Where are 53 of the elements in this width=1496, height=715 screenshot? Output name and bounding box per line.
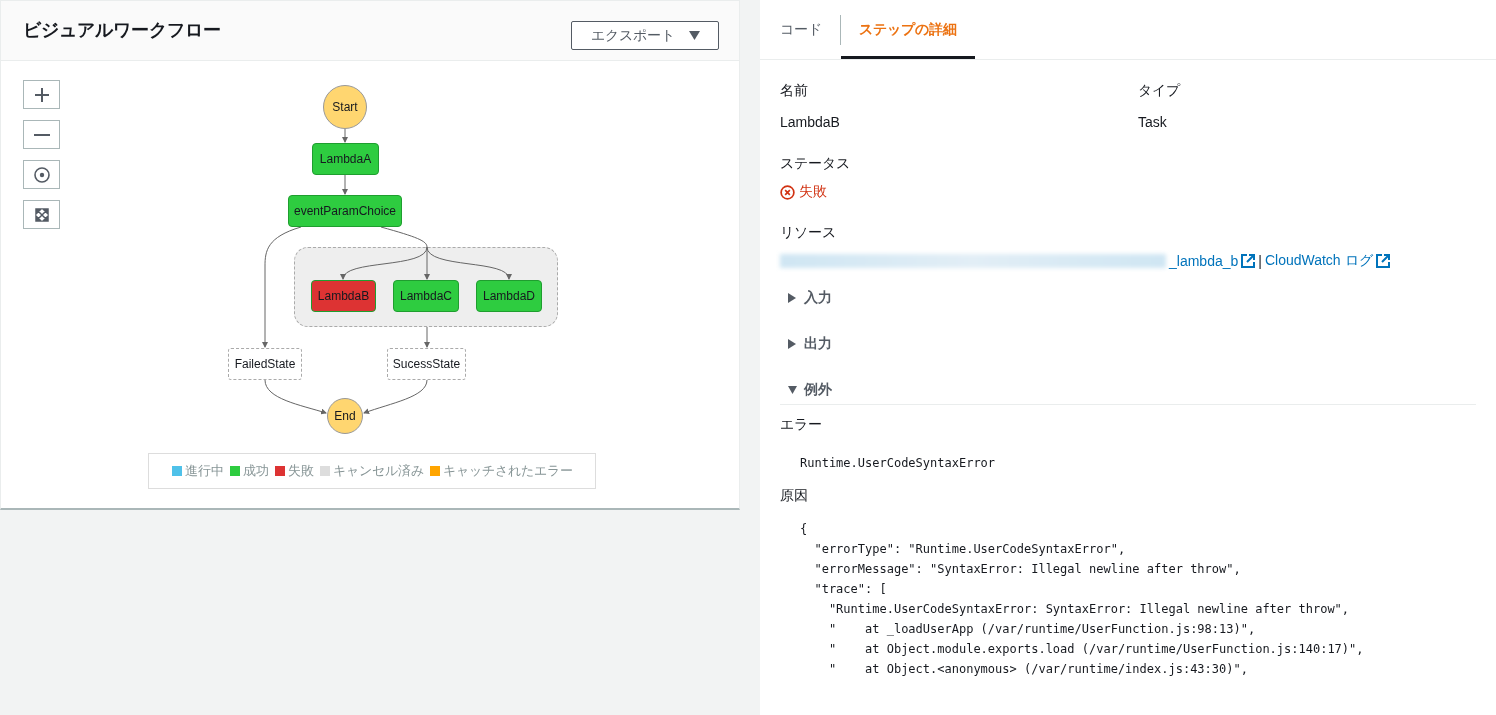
status-value: 失敗: [799, 183, 827, 201]
task-node[interactable]: LambdaB: [311, 280, 376, 312]
pass-state-node[interactable]: FailedState: [228, 348, 302, 380]
task-node[interactable]: LambdaC: [393, 280, 459, 312]
resource-link[interactable]: _lambda_b: [1169, 253, 1239, 269]
external-link-icon: [1241, 254, 1256, 268]
terminal-node[interactable]: End: [327, 398, 363, 434]
section-toggle[interactable]: 例外: [780, 380, 1476, 400]
connector-arrow: [264, 379, 327, 415]
connector-arrow: [424, 326, 430, 348]
caret-icon: [688, 31, 700, 40]
external-link-icon: [1375, 254, 1390, 268]
caret-icon: [788, 385, 797, 395]
field-label: ステータス: [780, 155, 851, 173]
export-button[interactable]: エクスポート: [571, 21, 719, 50]
field-label: 原因: [780, 487, 809, 505]
terminal-node[interactable]: Start: [323, 85, 367, 129]
legend-label: キャッチされたエラー: [442, 462, 573, 480]
field-label: エラー: [780, 416, 823, 434]
section-toggle[interactable]: 出力: [780, 334, 1476, 354]
field-label: 名前: [780, 82, 809, 100]
tab[interactable]: コード: [762, 0, 840, 59]
zoom-out-button[interactable]: [23, 120, 60, 149]
target-icon: [33, 166, 50, 183]
error-cause-text: { "errorType": "Runtime.UserCodeSyntaxError", "errorMessage": "SyntaxError: Illegal newline after throw", "trace": [ "Runtime.UserCodeSyntaxError: SyntaxError: Illegal newline after throw", " at _loadUserApp (/var/runtime/UserFunction.js:98:13)", " at Object.module.exports.load (/var/runtime/UserFunction.js:140:17)", " at Object.<anonymous> (/var/runtime/index.js:43:30)",: [799, 521, 1365, 678]
field-value: LambdaB: [780, 114, 841, 130]
legend-label: キャンセル済み: [332, 462, 424, 480]
zoom-in-button[interactable]: [23, 80, 60, 109]
minus-icon: [33, 133, 50, 136]
task-node[interactable]: eventParamChoice: [288, 195, 402, 227]
field-label: リソース: [780, 224, 837, 242]
connector-arrow: [342, 174, 348, 195]
expand-icon: [34, 207, 49, 222]
log-link[interactable]: CloudWatch ログ: [1264, 252, 1373, 270]
error-value: Runtime.UserCodeSyntaxError: [799, 456, 997, 470]
legend-label: 進行中: [184, 462, 224, 480]
section-toggle[interactable]: 入力: [780, 288, 1476, 308]
connector-arrow: [363, 379, 428, 415]
caret-icon: [788, 339, 797, 349]
fit-button[interactable]: [23, 200, 60, 229]
field-value: Task: [1138, 114, 1168, 130]
plus-icon: [33, 86, 50, 103]
connector-arrow: [342, 128, 348, 143]
legend-label: 成功: [242, 462, 269, 480]
center-button[interactable]: [23, 160, 60, 189]
legend-label: 失敗: [287, 462, 314, 480]
field-label: タイプ: [1138, 82, 1182, 100]
pass-state-node[interactable]: SucessState: [387, 348, 466, 380]
task-node[interactable]: LambdaA: [312, 143, 379, 175]
caret-icon: [788, 293, 797, 303]
panel-title: ビジュアルワークフロー: [23, 19, 221, 42]
link-separator: |: [1258, 253, 1262, 269]
task-node[interactable]: LambdaD: [476, 280, 542, 312]
